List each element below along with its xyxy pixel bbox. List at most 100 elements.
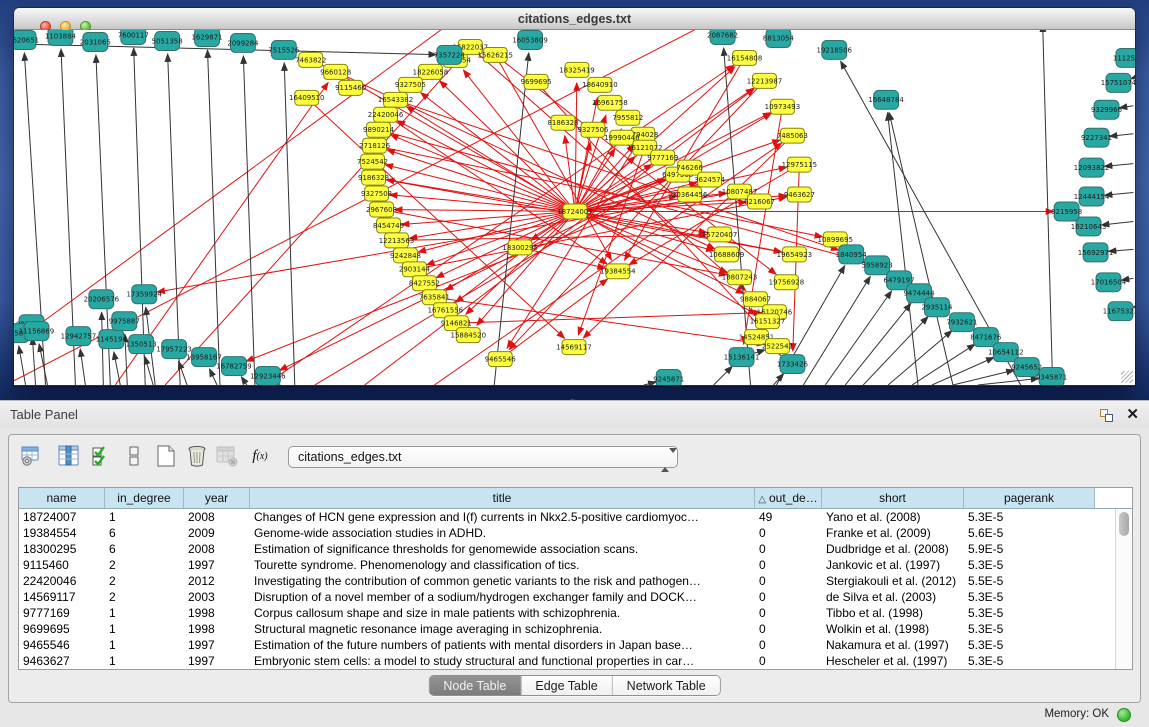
table-row[interactable]: 946554611997Estimation of the future num… bbox=[19, 637, 1132, 653]
graph-node-label: 7635841 bbox=[419, 294, 450, 302]
cell-name: 9463627 bbox=[19, 653, 105, 669]
select-rows-icon[interactable] bbox=[89, 443, 115, 469]
network-window-titlebar[interactable]: citations_edges.txt bbox=[14, 8, 1135, 30]
cell-name: 18300295 bbox=[19, 541, 105, 557]
graph-node-label: 9186328 bbox=[358, 174, 389, 182]
graph-node-label: 9146821 bbox=[441, 320, 472, 328]
graph-node-label: 9975887 bbox=[109, 318, 140, 326]
delete-table-icon[interactable] bbox=[214, 443, 240, 469]
column-header-title[interactable]: title bbox=[250, 488, 755, 508]
graph-node-label: 9227341 bbox=[1081, 134, 1112, 142]
graph-node-label: 8427552 bbox=[409, 280, 440, 288]
table-panel-title: Table Panel bbox=[10, 401, 78, 428]
delete-rows-icon[interactable] bbox=[184, 443, 210, 469]
cell-year: 1998 bbox=[184, 605, 250, 621]
graph-node-label: 2935114 bbox=[921, 304, 953, 312]
close-icon[interactable]: ✕ bbox=[1126, 405, 1139, 423]
graph-node-label: 2522542 bbox=[762, 343, 793, 351]
network-canvas[interactable]: 1872400718300295193845548912954182260589… bbox=[14, 30, 1135, 385]
graph-node-label: 11675323 bbox=[1103, 308, 1135, 316]
table-row[interactable]: 1872400712008Changes of HCN gene express… bbox=[19, 509, 1132, 525]
graph-node-label: 18300295 bbox=[502, 244, 537, 252]
cell-name: 22420046 bbox=[19, 573, 105, 589]
column-header-pagerank[interactable]: pagerank bbox=[964, 488, 1095, 508]
column-header-name[interactable]: name bbox=[19, 488, 105, 508]
application-window: citations_edges.txt 18724007183002951938… bbox=[0, 0, 1149, 727]
graph-node-label: 16210643 bbox=[1071, 223, 1106, 231]
graph-node-label: 10899695 bbox=[818, 236, 853, 244]
table-settings-icon[interactable] bbox=[19, 443, 45, 469]
cell-short: Jankovic et al. (1997) bbox=[822, 557, 964, 573]
graph-node-label: 12923446 bbox=[250, 372, 285, 380]
status-bar: Memory: OK bbox=[0, 704, 1149, 727]
scrollbar-thumb[interactable] bbox=[1119, 512, 1129, 536]
graph-node-label: 14569117 bbox=[556, 344, 591, 352]
float-window-icon[interactable] bbox=[1100, 409, 1113, 422]
graph-node-label: 2099284 bbox=[227, 39, 259, 47]
cell-title: Tourette syndrome. Phenomenology and cla… bbox=[250, 557, 755, 573]
table-row[interactable]: 911546021997Tourette syndrome. Phenomeno… bbox=[19, 557, 1132, 573]
column-header-short[interactable]: short bbox=[822, 488, 964, 508]
tab-network-table[interactable]: Network Table bbox=[613, 676, 720, 695]
graph-node-label: 9245652 bbox=[1011, 363, 1042, 371]
cell-year: 2012 bbox=[184, 573, 250, 589]
function-builder-icon[interactable]: f(x) bbox=[247, 443, 273, 469]
graph-node-label: 7600117 bbox=[118, 31, 149, 39]
graph-node-label: 1145194 bbox=[96, 336, 128, 344]
cell-title: Genome-wide association studies in ADHD. bbox=[250, 525, 755, 541]
graph-node-label: 15720407 bbox=[702, 231, 737, 239]
network-window-title: citations_edges.txt bbox=[14, 8, 1135, 30]
graph-node-label: 9115460 bbox=[335, 84, 366, 92]
cell-pagerank: 5.3E-5 bbox=[964, 589, 1095, 605]
cell-name: 9115460 bbox=[19, 557, 105, 573]
window-resize-grip[interactable] bbox=[1121, 371, 1133, 383]
memory-status-indicator[interactable] bbox=[1117, 708, 1131, 722]
table-row[interactable]: 977716911998Corpus callosum shape and si… bbox=[19, 605, 1132, 621]
table-row[interactable]: 946362711997Embryonic stem cells: a mode… bbox=[19, 653, 1132, 669]
cell-in_degree: 1 bbox=[105, 637, 184, 653]
cell-year: 2008 bbox=[184, 541, 250, 557]
cell-out_degree: 0 bbox=[755, 589, 822, 605]
graph-nodes[interactable]: 1872400718300295193845548912954182260589… bbox=[14, 30, 1135, 385]
cell-short: Nakamura et al. (1997) bbox=[822, 637, 964, 653]
merge-rows-icon[interactable] bbox=[121, 443, 147, 469]
graph-node-label: 9327506 bbox=[577, 126, 608, 134]
vertical-scrollbar[interactable] bbox=[1115, 509, 1132, 669]
graph-node-label: 16409510 bbox=[289, 94, 324, 102]
graph-node-label: 1629871 bbox=[192, 33, 223, 41]
graph-node-label: 13958167 bbox=[186, 353, 221, 361]
cell-pagerank: 5.3E-5 bbox=[964, 605, 1095, 621]
column-header-year[interactable]: year bbox=[184, 488, 250, 508]
tab-node-table[interactable]: Node Table bbox=[429, 676, 521, 695]
table-row[interactable]: 969969511998Structural magnetic resonanc… bbox=[19, 621, 1132, 637]
cell-title: Changes of HCN gene expression and I(f) … bbox=[250, 509, 755, 525]
tab-edge-table[interactable]: Edge Table bbox=[521, 676, 612, 695]
column-header-in_degree[interactable]: in_degree bbox=[105, 488, 184, 508]
cell-name: 9699695 bbox=[19, 621, 105, 637]
graph-node-label: 12444154 bbox=[1074, 193, 1110, 201]
table-row[interactable]: 1830029562008Estimation of significance … bbox=[19, 541, 1132, 557]
table-selector-dropdown[interactable]: citations_edges.txt bbox=[288, 446, 678, 468]
show-column-icon[interactable] bbox=[56, 443, 82, 469]
cell-out_degree: 0 bbox=[755, 637, 822, 653]
citation-network-graph[interactable]: 1872400718300295193845548912954182260589… bbox=[14, 30, 1135, 385]
graph-node-label: 19756928 bbox=[769, 279, 804, 287]
column-header-out_degree[interactable]: △out_de… bbox=[755, 488, 822, 508]
graph-node-label: 8454749 bbox=[373, 222, 404, 230]
graph-node-label: 3624574 bbox=[694, 176, 726, 184]
graph-node-label: 1350513 bbox=[126, 341, 157, 349]
cell-year: 2003 bbox=[184, 589, 250, 605]
table-row[interactable]: 1938455462009Genome-wide association stu… bbox=[19, 525, 1132, 541]
cell-year: 1997 bbox=[184, 637, 250, 653]
graph-node-label: 9345871 bbox=[1036, 373, 1067, 381]
graph-node-label: 12942757 bbox=[61, 333, 96, 341]
table-row[interactable]: 1456911722003Disruption of a novel membe… bbox=[19, 589, 1132, 605]
graph-node-label: 16961758 bbox=[592, 99, 627, 107]
graph-node-label: 1103884 bbox=[45, 32, 77, 40]
cell-in_degree: 1 bbox=[105, 509, 184, 525]
new-table-icon[interactable] bbox=[153, 443, 179, 469]
graph-node-label: 7357224 bbox=[434, 51, 466, 59]
graph-node-label: 7955812 bbox=[612, 114, 643, 122]
table-row[interactable]: 2242004622012Investigating the contribut… bbox=[19, 573, 1132, 589]
graph-node-label: 12213563 bbox=[379, 237, 414, 245]
